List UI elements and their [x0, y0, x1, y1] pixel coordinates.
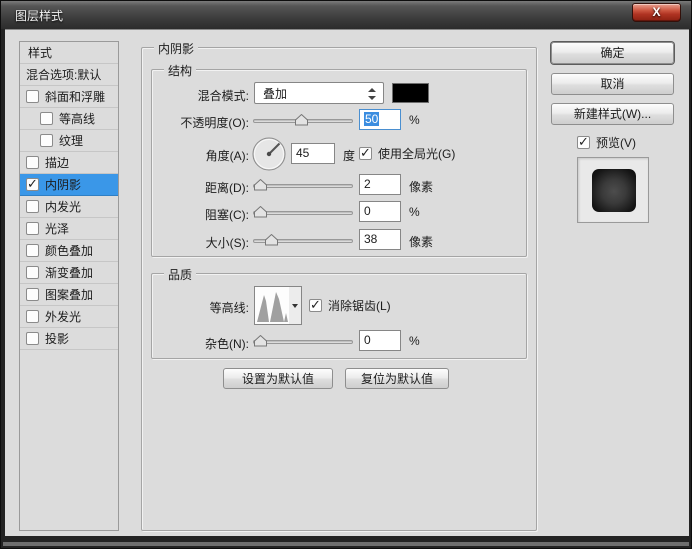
- blend-mode-label: 混合模式:: [197, 89, 249, 103]
- distance-slider-track[interactable]: [253, 184, 353, 188]
- sidebar-item-stroke[interactable]: 描边: [20, 152, 118, 174]
- choke-input[interactable]: 0: [359, 201, 401, 222]
- noise-input[interactable]: 0: [359, 330, 401, 351]
- size-label: 大小(S):: [205, 236, 249, 250]
- choke-slider[interactable]: [253, 205, 353, 218]
- choke-label: 阻塞(C):: [205, 208, 249, 222]
- antialias-label: 消除锯齿(L): [328, 299, 391, 313]
- angle-input[interactable]: 45: [291, 143, 335, 164]
- structure-group-title: 结构: [164, 62, 197, 79]
- size-slider-thumb[interactable]: [265, 233, 278, 249]
- sidebar-item-drop-shadow[interactable]: 投影: [20, 328, 118, 350]
- checkbox-checked-icon[interactable]: [577, 134, 590, 150]
- title-bar[interactable]: 图层样式 X: [1, 1, 691, 29]
- reset-default-button[interactable]: 复位为默认值: [345, 368, 449, 389]
- blend-mode-select[interactable]: 叠加: [254, 82, 384, 104]
- preview-label: 预览(V): [596, 136, 636, 150]
- sidebar-item-satin[interactable]: 光泽: [20, 218, 118, 240]
- angle-unit: 度: [343, 149, 356, 163]
- choke-slider-track[interactable]: [253, 211, 353, 215]
- size-input[interactable]: 38: [359, 229, 401, 250]
- checkbox-texture[interactable]: [40, 134, 53, 147]
- checkbox-checked-icon[interactable]: [309, 297, 322, 313]
- checkbox-inner-shadow-checked[interactable]: [26, 176, 39, 192]
- noise-slider-track[interactable]: [253, 340, 353, 344]
- sidebar-item-outer-glow[interactable]: 外发光: [20, 306, 118, 328]
- use-global-light-checkbox[interactable]: 使用全局光(G): [359, 145, 455, 162]
- sidebar-item-gradient-overlay[interactable]: 渐变叠加: [20, 262, 118, 284]
- opacity-slider-thumb[interactable]: [295, 113, 308, 129]
- sidebar-item-pattern-overlay[interactable]: 图案叠加: [20, 284, 118, 306]
- antialias-checkbox[interactable]: 消除锯齿(L): [309, 297, 391, 314]
- opacity-unit: %: [409, 113, 420, 127]
- close-icon: X: [652, 5, 661, 19]
- noise-slider[interactable]: [253, 334, 353, 347]
- distance-slider[interactable]: [253, 178, 353, 191]
- close-button[interactable]: X: [632, 3, 681, 22]
- checkbox-inner-glow[interactable]: [26, 200, 39, 213]
- ok-button[interactable]: 确定: [551, 42, 674, 64]
- sidebar-item-color-overlay[interactable]: 颜色叠加: [20, 240, 118, 262]
- effect-preview-thumbnail: [577, 157, 649, 223]
- noise-slider-thumb[interactable]: [254, 334, 267, 350]
- contour-picker[interactable]: [254, 286, 302, 325]
- checkbox-satin[interactable]: [26, 222, 39, 235]
- opacity-input[interactable]: 50: [359, 109, 401, 130]
- cancel-button[interactable]: 取消: [551, 73, 674, 95]
- styles-list: 样式 混合选项:默认 斜面和浮雕 等高线 纹理 描边 内阴影 内发光 光泽 颜色…: [19, 41, 119, 531]
- sidebar-item-inner-glow[interactable]: 内发光: [20, 196, 118, 218]
- checkbox-color-overlay[interactable]: [26, 244, 39, 257]
- contour-dropdown-arrow-icon[interactable]: [289, 287, 301, 324]
- sidebar-item-texture[interactable]: 纹理: [20, 130, 118, 152]
- opacity-slider[interactable]: [253, 113, 353, 126]
- use-global-light-label: 使用全局光(G): [378, 147, 456, 161]
- quality-group-title: 品质: [164, 266, 197, 283]
- contour-thumbnail-icon: [255, 287, 289, 324]
- sidebar-item-bevel-emboss[interactable]: 斜面和浮雕: [20, 86, 118, 108]
- choke-slider-thumb[interactable]: [254, 205, 267, 221]
- distance-slider-thumb[interactable]: [254, 178, 267, 194]
- size-slider[interactable]: [253, 233, 353, 246]
- sidebar-item-inner-shadow[interactable]: 内阴影: [20, 174, 118, 196]
- new-style-button[interactable]: 新建样式(W)...: [551, 103, 674, 125]
- blend-mode-value: 叠加: [263, 86, 288, 101]
- chevron-up-down-icon: [368, 87, 376, 101]
- dialog-title: 图层样式: [15, 9, 64, 23]
- layer-style-dialog: 图层样式 X 样式 混合选项:默认 斜面和浮雕 等高线 纹理 描边 内阴影 内发: [0, 0, 692, 549]
- preview-checkbox[interactable]: 预览(V): [577, 134, 636, 151]
- checkbox-bevel-emboss[interactable]: [26, 90, 39, 103]
- checkbox-stroke[interactable]: [26, 156, 39, 169]
- shadow-color-swatch[interactable]: [392, 83, 429, 103]
- sidebar-item-blending-options[interactable]: 混合选项:默认: [20, 64, 118, 86]
- noise-unit: %: [409, 334, 420, 348]
- panel-title: 内阴影: [154, 40, 199, 57]
- styles-list-header[interactable]: 样式: [20, 42, 118, 64]
- contour-label: 等高线:: [209, 301, 249, 315]
- sidebar-item-contour[interactable]: 等高线: [20, 108, 118, 130]
- angle-dial[interactable]: [252, 137, 286, 171]
- checkbox-drop-shadow[interactable]: [26, 332, 39, 345]
- checkbox-gradient-overlay[interactable]: [26, 266, 39, 279]
- inner-shadow-preview-shape: [592, 169, 636, 212]
- checkbox-contour[interactable]: [40, 112, 53, 125]
- checkbox-checked-icon[interactable]: [359, 145, 372, 161]
- size-unit: 像素: [409, 235, 434, 249]
- distance-input[interactable]: 2: [359, 174, 401, 195]
- distance-unit: 像素: [409, 180, 434, 194]
- make-default-button[interactable]: 设置为默认值: [223, 368, 333, 389]
- checkbox-pattern-overlay[interactable]: [26, 288, 39, 301]
- noise-label: 杂色(N):: [205, 337, 249, 351]
- angle-label: 角度(A):: [205, 149, 249, 163]
- distance-label: 距离(D):: [205, 181, 249, 195]
- opacity-label: 不透明度(O):: [180, 116, 249, 130]
- checkbox-outer-glow[interactable]: [26, 310, 39, 323]
- choke-unit: %: [409, 205, 420, 219]
